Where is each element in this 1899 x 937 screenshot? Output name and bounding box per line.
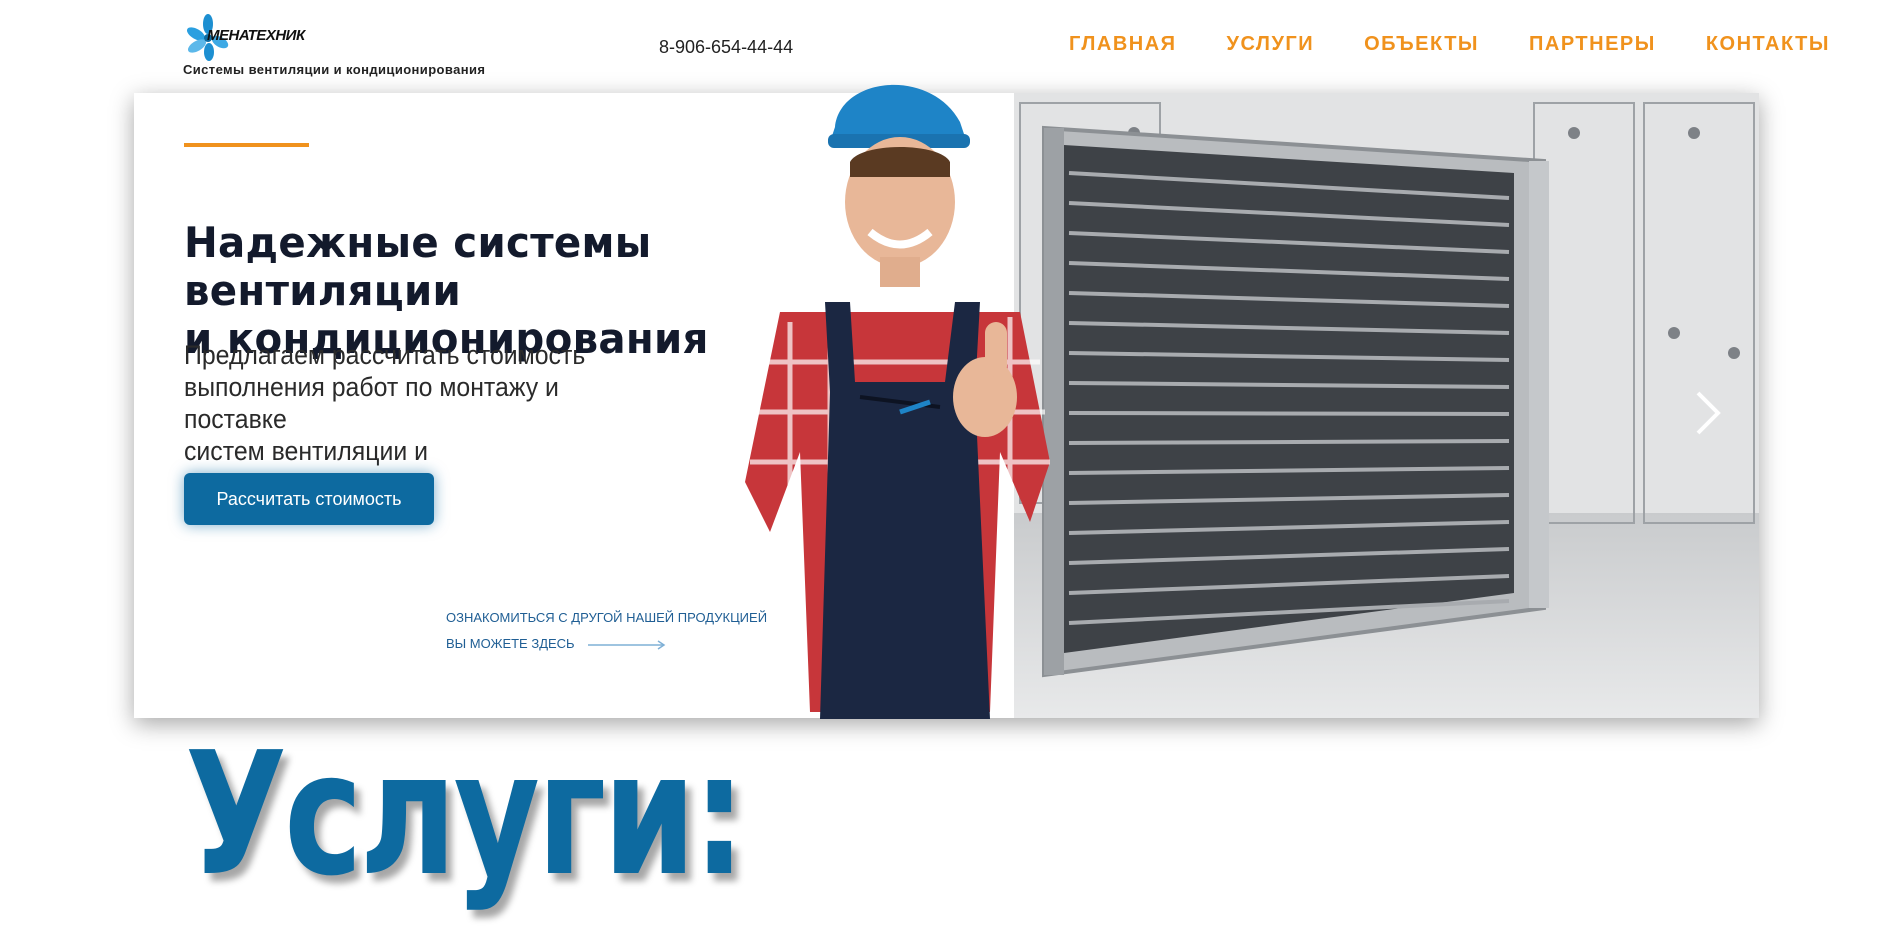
site-tagline: Системы вентиляции и кондиционирования: [183, 62, 486, 77]
hero-title-line-1: Надежные системы вентиляции: [184, 218, 652, 315]
logo[interactable]: МЕНАТЕХНИК: [183, 12, 305, 61]
worker-image: [745, 84, 1050, 719]
nav-item-objects[interactable]: ОБЪЕКТЫ: [1364, 33, 1479, 56]
nav-item-contacts[interactable]: КОНТАКТЫ: [1706, 33, 1830, 56]
logo-text: МЕНАТЕХНИК: [207, 27, 305, 44]
slider-next-icon[interactable]: [1688, 383, 1728, 443]
nav-item-partners[interactable]: ПАРТНЕРЫ: [1529, 33, 1656, 56]
hero-subtitle-line-1: Предлагаем рассчитать стоимость: [184, 340, 586, 370]
phone-number[interactable]: 8-906-654-44-44: [659, 37, 793, 58]
services-heading: Услуги:: [185, 716, 746, 914]
main-nav: ГЛАВНАЯ УСЛУГИ ОБЪЕКТЫ ПАРТНЕРЫ КОНТАКТЫ: [1069, 33, 1880, 56]
hero-subtitle-line-2: выполнения работ по монтажу и поставке: [184, 372, 559, 434]
arrow-right-icon: [588, 639, 666, 650]
accent-line: [184, 143, 309, 147]
nav-item-home[interactable]: ГЛАВНАЯ: [1069, 33, 1177, 56]
nav-item-services[interactable]: УСЛУГИ: [1227, 33, 1315, 56]
calculate-cost-button[interactable]: Рассчитать стоимость: [184, 473, 434, 525]
other-products-line-2: ВЫ МОЖЕТЕ ЗДЕСЬ: [446, 636, 575, 651]
